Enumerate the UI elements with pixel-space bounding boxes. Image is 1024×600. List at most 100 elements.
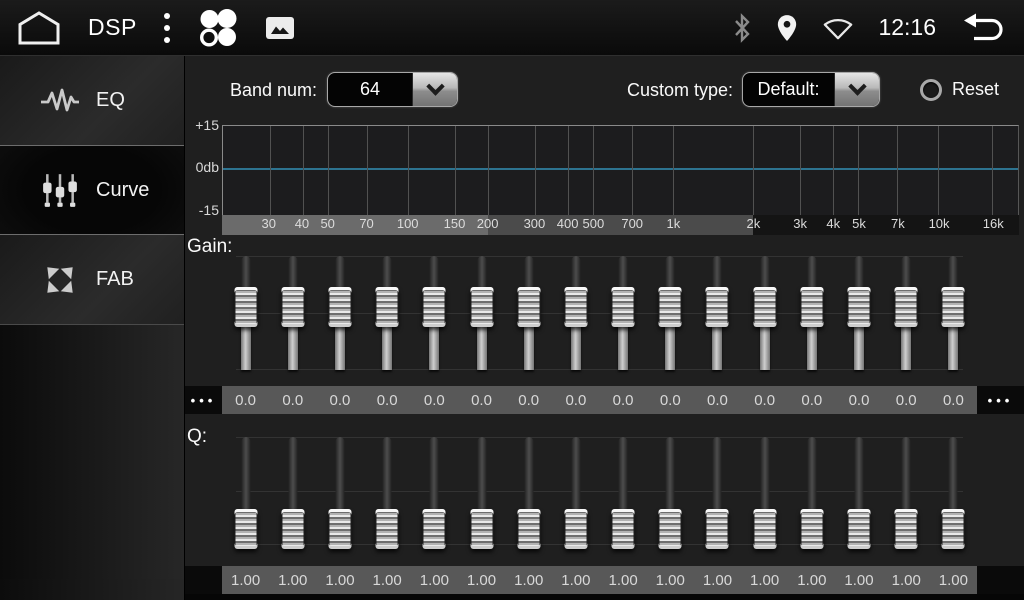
gain-slider-thumb[interactable] bbox=[659, 287, 682, 327]
q-slider-thumb[interactable] bbox=[564, 509, 587, 549]
q-value: 1.00 bbox=[269, 566, 316, 594]
gain-slider[interactable] bbox=[847, 256, 871, 370]
q-slider-thumb[interactable] bbox=[895, 509, 918, 549]
sidebar-item-fab[interactable]: FAB bbox=[0, 235, 184, 324]
q-scroll-left-button[interactable] bbox=[185, 566, 222, 594]
gain-slider-thumb[interactable] bbox=[328, 287, 351, 327]
gain-slider-thumb[interactable] bbox=[612, 287, 635, 327]
q-slider-column bbox=[458, 437, 505, 545]
gain-slider[interactable] bbox=[328, 256, 352, 370]
gain-slider-thumb[interactable] bbox=[517, 287, 540, 327]
gain-slider[interactable] bbox=[753, 256, 777, 370]
chevron-down-icon bbox=[834, 73, 879, 106]
q-slider-thumb[interactable] bbox=[281, 509, 304, 549]
q-scroll-right-button[interactable] bbox=[977, 566, 1024, 594]
q-slider[interactable] bbox=[328, 437, 352, 545]
q-slider-thumb[interactable] bbox=[234, 509, 257, 549]
gain-slider-thumb[interactable] bbox=[423, 287, 446, 327]
gain-slider[interactable] bbox=[281, 256, 305, 370]
apps-clover-icon[interactable] bbox=[197, 7, 239, 49]
q-slider[interactable] bbox=[564, 437, 588, 545]
gain-slider-thumb[interactable] bbox=[234, 287, 257, 327]
back-icon[interactable] bbox=[960, 11, 1008, 45]
q-slider-thumb[interactable] bbox=[517, 509, 540, 549]
q-slider[interactable] bbox=[422, 437, 446, 545]
q-value: 1.00 bbox=[222, 566, 269, 594]
y-axis-label: -15 bbox=[185, 202, 219, 218]
gain-slider[interactable] bbox=[894, 256, 918, 370]
q-slider[interactable] bbox=[847, 437, 871, 545]
sidebar-item-eq[interactable]: EQ bbox=[0, 56, 184, 145]
gain-slider-thumb[interactable] bbox=[800, 287, 823, 327]
kebab-menu-icon[interactable] bbox=[163, 10, 171, 46]
q-slider-thumb[interactable] bbox=[659, 509, 682, 549]
freq-tick-label: 500 bbox=[583, 216, 605, 231]
gain-value: 0.0 bbox=[835, 386, 882, 414]
q-slider-thumb[interactable] bbox=[470, 509, 493, 549]
wifi-icon bbox=[822, 16, 854, 40]
q-slider-thumb[interactable] bbox=[423, 509, 446, 549]
gain-slider[interactable] bbox=[470, 256, 494, 370]
gain-slider[interactable] bbox=[234, 256, 258, 370]
q-slider[interactable] bbox=[705, 437, 729, 545]
gain-slider[interactable] bbox=[800, 256, 824, 370]
home-icon[interactable] bbox=[16, 10, 62, 46]
sidebar-item-curve[interactable]: Curve bbox=[0, 145, 184, 235]
flat-curve-line bbox=[223, 168, 1018, 170]
q-slider-thumb[interactable] bbox=[848, 509, 871, 549]
gain-slider[interactable] bbox=[517, 256, 541, 370]
gain-slider[interactable] bbox=[705, 256, 729, 370]
custom-type-select[interactable]: Default: bbox=[742, 72, 880, 107]
q-slider-thumb[interactable] bbox=[328, 509, 351, 549]
gain-slider-thumb[interactable] bbox=[895, 287, 918, 327]
q-slider[interactable] bbox=[517, 437, 541, 545]
gain-section-label: Gain: bbox=[187, 236, 232, 258]
gain-slider-thumb[interactable] bbox=[942, 287, 965, 327]
gain-slider[interactable] bbox=[658, 256, 682, 370]
gain-slider-thumb[interactable] bbox=[376, 287, 399, 327]
q-slider-thumb[interactable] bbox=[753, 509, 776, 549]
gain-scroll-left-button[interactable]: ••• bbox=[185, 386, 222, 414]
q-slider[interactable] bbox=[281, 437, 305, 545]
q-slider-thumb[interactable] bbox=[376, 509, 399, 549]
q-slider-thumb[interactable] bbox=[706, 509, 729, 549]
gain-scroll-right-button[interactable]: ••• bbox=[977, 386, 1024, 414]
freq-gridline bbox=[408, 126, 409, 215]
q-slider[interactable] bbox=[941, 437, 965, 545]
freq-tick-label: 16k bbox=[983, 216, 1004, 231]
gain-slider[interactable] bbox=[941, 256, 965, 370]
gain-slider-thumb[interactable] bbox=[470, 287, 493, 327]
gain-slider[interactable] bbox=[564, 256, 588, 370]
gain-slider-thumb[interactable] bbox=[848, 287, 871, 327]
reset-button[interactable]: Reset bbox=[920, 72, 999, 107]
q-slider[interactable] bbox=[800, 437, 824, 545]
q-slider-thumb[interactable] bbox=[800, 509, 823, 549]
freq-tick-label: 4k bbox=[826, 216, 840, 231]
gain-slider[interactable] bbox=[611, 256, 635, 370]
band-num-select[interactable]: 64 bbox=[327, 72, 458, 107]
q-slider[interactable] bbox=[753, 437, 777, 545]
q-slider[interactable] bbox=[234, 437, 258, 545]
q-value: 1.00 bbox=[883, 566, 930, 594]
gain-value: 0.0 bbox=[552, 386, 599, 414]
gain-slider[interactable] bbox=[422, 256, 446, 370]
q-slider[interactable] bbox=[611, 437, 635, 545]
gain-slider-thumb[interactable] bbox=[706, 287, 729, 327]
gain-slider-thumb[interactable] bbox=[564, 287, 587, 327]
q-slider[interactable] bbox=[894, 437, 918, 545]
gain-slider[interactable] bbox=[375, 256, 399, 370]
gain-value: 0.0 bbox=[930, 386, 977, 414]
q-slider-column bbox=[222, 437, 269, 545]
gallery-icon[interactable] bbox=[265, 16, 295, 40]
gain-slider-column bbox=[647, 256, 694, 370]
q-slider[interactable] bbox=[658, 437, 682, 545]
gain-slider-thumb[interactable] bbox=[753, 287, 776, 327]
q-slider[interactable] bbox=[375, 437, 399, 545]
freq-gridline bbox=[632, 126, 633, 215]
gain-slider-column bbox=[505, 256, 552, 370]
q-slider-thumb[interactable] bbox=[612, 509, 635, 549]
q-slider[interactable] bbox=[470, 437, 494, 545]
q-slider-thumb[interactable] bbox=[942, 509, 965, 549]
freq-tick-label: 2k bbox=[746, 216, 760, 231]
gain-slider-thumb[interactable] bbox=[281, 287, 304, 327]
